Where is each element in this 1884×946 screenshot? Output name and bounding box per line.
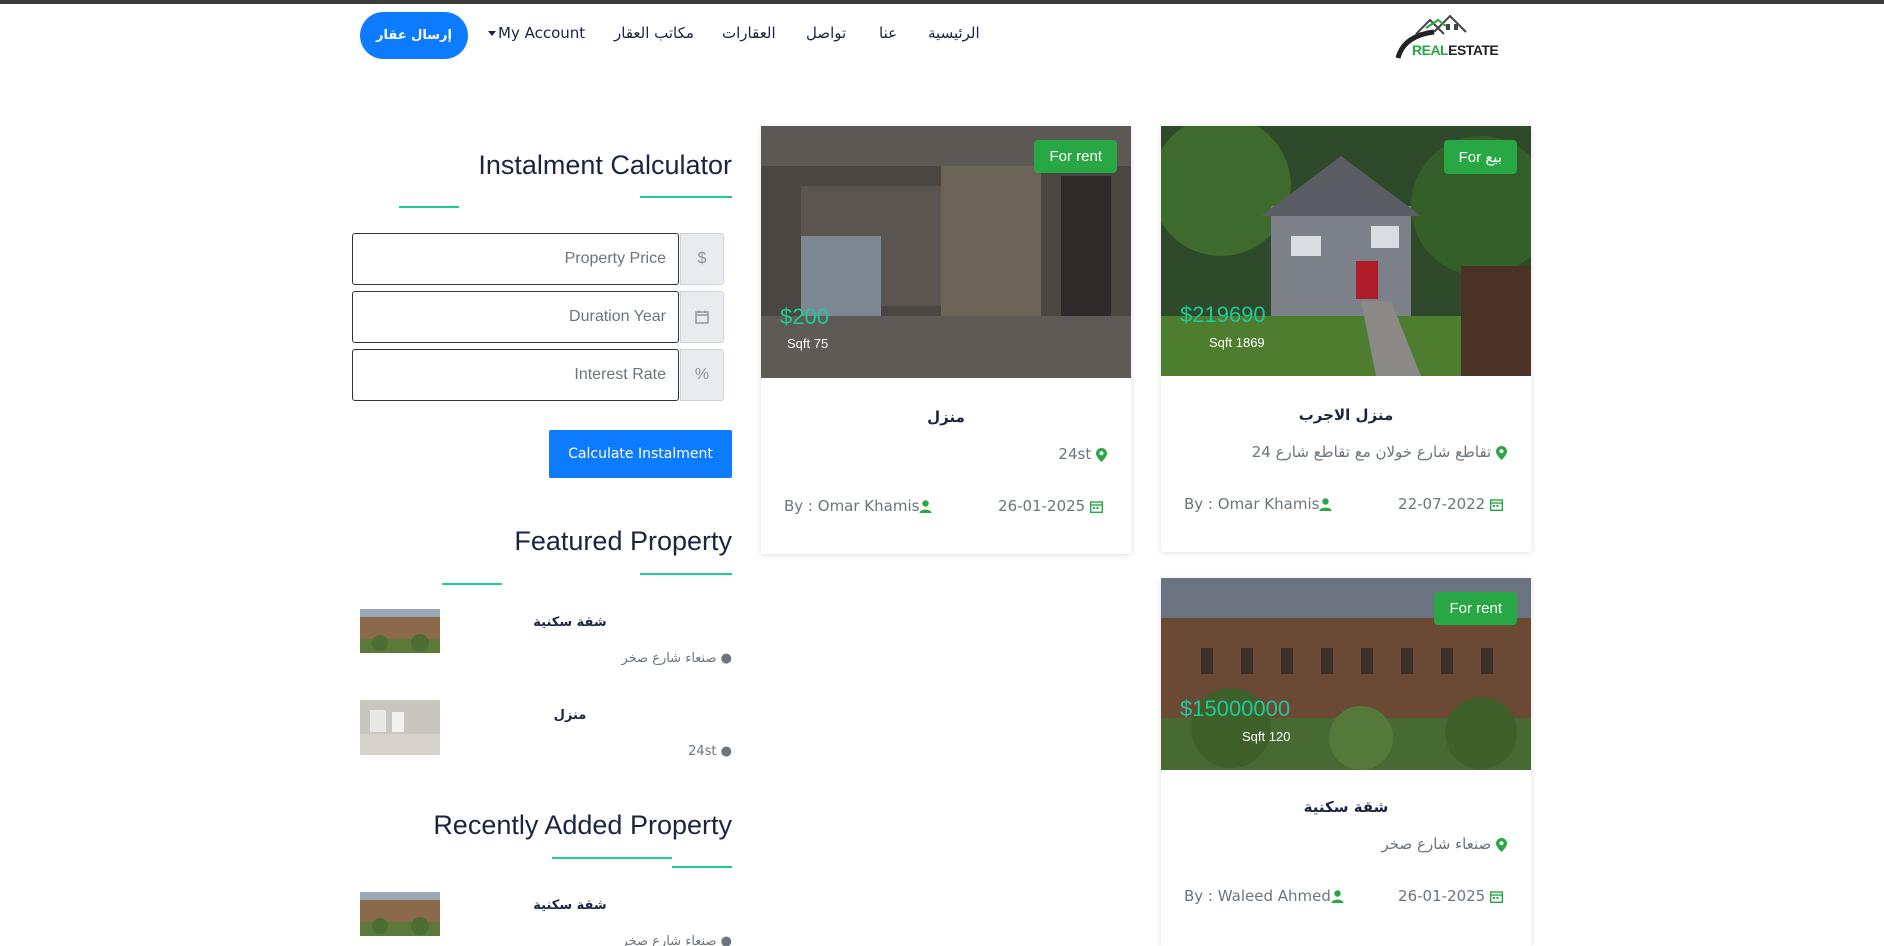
percent-addon: % <box>680 349 724 401</box>
property-location: صنعاء شارع صخر <box>1382 835 1507 853</box>
calculate-instalment-button[interactable]: Calculate Instalment <box>549 430 732 478</box>
property-author: By : Omar Khamis <box>1184 495 1332 513</box>
featured-item-location: 24st ● <box>688 744 732 759</box>
property-image: For rent $15000000 Sqft 120 <box>1161 578 1531 770</box>
property-date: 26-01-2025 <box>998 497 1103 515</box>
property-title[interactable]: منزل الاجرب <box>1161 406 1531 424</box>
nav-about[interactable]: عنا <box>879 24 897 42</box>
caret-down-icon <box>488 31 496 36</box>
duration-year-input[interactable] <box>352 291 679 343</box>
property-price: $219690 <box>1180 302 1266 327</box>
property-location: تقاطع شارع خولان مع تقاطع شارع 24 <box>1252 443 1507 461</box>
property-image: For بيع $219690 Sqft 1869 <box>1161 126 1531 376</box>
nav-properties[interactable]: العقارات <box>722 24 776 42</box>
for-rent-badge[interactable]: For rent <box>1434 592 1517 625</box>
property-card[interactable]: For rent $200 Sqft 75 منزل 24st By : Oma… <box>761 126 1131 554</box>
calendar-icon <box>1090 501 1103 513</box>
user-icon <box>1331 890 1344 903</box>
featured-title: Featured Property <box>514 526 732 556</box>
interest-rate-input[interactable] <box>352 349 679 401</box>
user-icon <box>919 500 932 513</box>
nav-contact[interactable]: تواصل <box>806 24 846 42</box>
title-underline <box>399 206 459 208</box>
property-sqft: Sqft 120 <box>1242 729 1291 744</box>
title-underline <box>672 866 732 868</box>
property-image: For rent $200 Sqft 75 <box>761 126 1131 378</box>
property-sqft: Sqft 1869 <box>1209 335 1265 350</box>
featured-item-title: منزل <box>553 708 587 723</box>
nav-offices[interactable]: مكاتب العقار <box>614 24 694 42</box>
nav-home[interactable]: الرئيسية <box>928 24 980 42</box>
featured-item[interactable]: منزل 24st ● <box>360 700 732 770</box>
property-card[interactable]: For بيع $219690 Sqft 1869 منزل الاجرب تق… <box>1161 126 1531 552</box>
map-marker-icon <box>1496 837 1507 852</box>
property-price: $200 <box>780 304 829 329</box>
recent-title: Recently Added Property <box>433 810 732 840</box>
property-sqft: Sqft 75 <box>787 336 829 351</box>
property-author: By : Omar Khamis <box>784 497 932 515</box>
send-property-button[interactable]: إرسال عقار <box>360 12 468 59</box>
property-date: 22-07-2022 <box>1398 495 1503 513</box>
calendar-icon <box>1490 891 1503 903</box>
featured-thumbnail <box>360 700 440 755</box>
recent-item-title: شقة سكنية <box>533 898 607 913</box>
map-marker-icon <box>1496 445 1507 460</box>
map-marker-icon <box>1096 447 1107 462</box>
for-rent-badge[interactable]: For rent <box>1034 140 1117 173</box>
property-price-row: $ <box>352 233 724 285</box>
interest-rate-row: % <box>352 349 724 401</box>
duration-row <box>352 291 724 343</box>
property-date: 26-01-2025 <box>1398 887 1503 905</box>
nav-my-account-label: My Account <box>498 24 586 42</box>
property-title[interactable]: شقة سكنية <box>1161 798 1531 816</box>
property-title[interactable]: منزل <box>761 408 1131 426</box>
map-marker-icon: ● <box>720 651 732 666</box>
calendar-icon <box>1490 499 1503 511</box>
dollar-addon: $ <box>680 233 724 285</box>
map-marker-icon: ● <box>720 934 732 946</box>
calendar-addon <box>680 291 724 343</box>
top-border <box>0 0 1884 4</box>
featured-thumbnail <box>360 609 440 653</box>
property-location: 24st <box>1058 445 1107 463</box>
for-sale-badge[interactable]: For بيع <box>1443 140 1517 174</box>
recent-item-location: صنعاء شارع صخر ● <box>621 934 732 946</box>
recent-thumbnail <box>360 892 440 936</box>
title-underline <box>640 573 732 575</box>
featured-item[interactable]: شقة سكنية صنعاء شارع صخر ● <box>360 609 732 679</box>
logo-text: REALESTATE <box>1412 42 1499 58</box>
property-author: By : Waleed Ahmed <box>1184 887 1344 905</box>
title-underline <box>552 857 672 859</box>
property-price: $15000000 <box>1180 696 1291 721</box>
featured-item-title: شقة سكنية <box>533 615 607 630</box>
nav-my-account[interactable]: My Account <box>488 24 585 42</box>
calendar-icon <box>695 310 709 324</box>
recent-item[interactable]: شقة سكنية صنعاء شارع صخر ● <box>360 892 732 946</box>
user-icon <box>1319 498 1332 511</box>
navbar: إرسال عقار My Account مكاتب العقار العقا… <box>360 12 1500 60</box>
property-card[interactable]: For rent $15000000 Sqft 120 شقة سكنية صن… <box>1161 578 1531 946</box>
map-marker-icon: ● <box>720 744 732 759</box>
property-price-input[interactable] <box>352 233 679 285</box>
title-underline <box>442 583 502 585</box>
calculator-title: Instalment Calculator <box>478 150 732 180</box>
featured-item-location: صنعاء شارع صخر ● <box>621 651 732 666</box>
title-underline <box>640 196 732 198</box>
